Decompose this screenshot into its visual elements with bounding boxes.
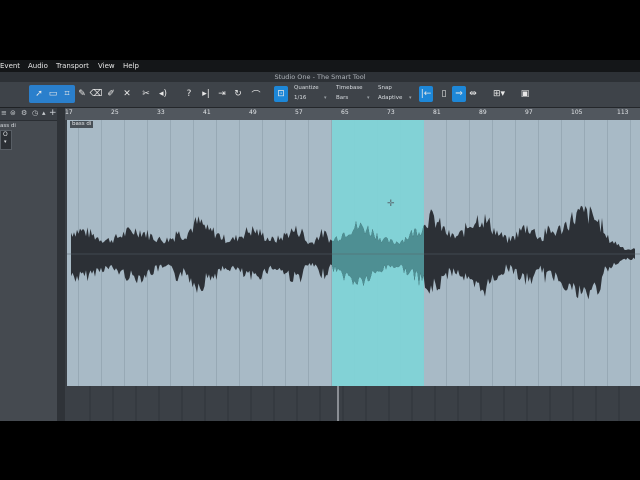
timebase-label: Timebase bbox=[336, 85, 363, 91]
toolbar: ▾ ➚ ▭ ⌗ ✎ ⌫ ✐ ✕ ✂ ◂) ? ▸| ⇥ ↻ ⌒ ⊡ Quanti… bbox=[0, 82, 640, 125]
menu-help[interactable]: Help bbox=[123, 61, 139, 71]
ruler-bar-89: 89 bbox=[479, 109, 487, 116]
save-icon[interactable]: ▣ bbox=[518, 86, 532, 102]
audio-event[interactable] bbox=[65, 120, 640, 421]
ruler-bar-97: 97 bbox=[525, 109, 533, 116]
autoscroll-icon[interactable]: ⇹ bbox=[466, 86, 480, 102]
chevron-down-icon: ▾ bbox=[4, 139, 7, 145]
track-list-icon[interactable]: ≡ bbox=[1, 109, 7, 117]
forward-icon[interactable]: ⇥ bbox=[215, 86, 229, 102]
loop-icon[interactable]: ↻ bbox=[231, 86, 245, 102]
menu-event[interactable]: Event bbox=[0, 61, 20, 71]
paint-tool-icon[interactable]: ✐ bbox=[104, 86, 118, 102]
menu-audio[interactable]: Audio bbox=[28, 61, 48, 71]
track-selector[interactable]: O ▾ bbox=[0, 130, 12, 150]
menu-view[interactable]: View bbox=[98, 61, 115, 71]
crosshair-cursor-icon: ✛ bbox=[387, 199, 395, 209]
menu-transport[interactable]: Transport bbox=[56, 61, 89, 71]
automation-icon[interactable]: ⊜ bbox=[10, 109, 16, 117]
snap-chevron-icon: ▾ bbox=[409, 95, 412, 101]
snap-event-icon[interactable]: ▯ bbox=[437, 86, 451, 102]
window-title: Studio One - The Smart Tool bbox=[274, 73, 366, 81]
track-name[interactable]: ass di bbox=[0, 123, 16, 129]
level-icon[interactable]: ▴ bbox=[42, 109, 46, 117]
quantize-toggle-icon[interactable]: ⊡ bbox=[274, 86, 288, 102]
empty-lane bbox=[65, 386, 640, 421]
ruler-bar-81: 81 bbox=[433, 109, 441, 116]
snap-cursor-icon[interactable]: ⇒ bbox=[452, 86, 466, 102]
timebase-select[interactable]: Bars bbox=[336, 95, 348, 101]
panel-divider[interactable]: + bbox=[49, 108, 65, 421]
arrow-tool-icon[interactable]: ➚ bbox=[32, 86, 46, 102]
split-tool-icon[interactable]: ✂ bbox=[139, 86, 153, 102]
track-inspector: ≡ ⊜ ⚙ ◷ ▴ ass di O ▾ bbox=[0, 108, 57, 421]
timebase-chevron-icon: ▾ bbox=[367, 95, 370, 101]
ruler-bar-33: 33 bbox=[157, 109, 165, 116]
bend-icon[interactable]: ⌒ bbox=[249, 86, 263, 102]
arrange-view[interactable]: bass di ✛ bbox=[65, 120, 640, 421]
snap-select[interactable]: Adaptive bbox=[378, 95, 402, 101]
ruler-bar-17: 17 bbox=[65, 109, 73, 116]
help-icon[interactable]: ? bbox=[182, 86, 196, 102]
layout-menu-icon[interactable]: ⊞▾ bbox=[488, 86, 510, 102]
clock-icon[interactable]: ◷ bbox=[32, 109, 38, 117]
ruler-bar-41: 41 bbox=[203, 109, 211, 116]
ruler-bar-49: 49 bbox=[249, 109, 257, 116]
track-box-label: O bbox=[3, 131, 8, 138]
menu-bar: Event Audio Transport View Help bbox=[0, 60, 640, 72]
smart-tool-icon[interactable]: ⌗ bbox=[60, 86, 74, 102]
title-bar: Studio One - The Smart Tool bbox=[0, 72, 640, 82]
ruler-bar-73: 73 bbox=[387, 109, 395, 116]
quantize-select[interactable]: 1/16 bbox=[294, 95, 306, 101]
ruler-bar-113: 113 bbox=[617, 109, 629, 116]
ruler-bar-105: 105 bbox=[571, 109, 583, 116]
event-name: bass di bbox=[70, 121, 94, 128]
ruler-bar-25: 25 bbox=[111, 109, 119, 116]
app-window: Event Audio Transport View Help Studio O… bbox=[0, 60, 640, 421]
play-start-icon[interactable]: ▸| bbox=[199, 86, 213, 102]
gear-icon[interactable]: ⚙ bbox=[21, 109, 27, 117]
mute-tool-icon[interactable]: ✕ bbox=[120, 86, 134, 102]
snap-label: Snap bbox=[378, 85, 392, 91]
range-tool-icon[interactable]: ▭ bbox=[46, 86, 60, 102]
snap-to-grid-icon[interactable]: |← bbox=[419, 86, 433, 102]
ruler-bar-57: 57 bbox=[295, 109, 303, 116]
pencil-tool-icon[interactable]: ✎ bbox=[75, 86, 89, 102]
eraser-tool-icon[interactable]: ⌫ bbox=[89, 86, 103, 102]
quantize-chevron-icon: ▾ bbox=[324, 95, 327, 101]
add-track-icon[interactable]: + bbox=[49, 108, 57, 118]
ruler-bar-65: 65 bbox=[341, 109, 349, 116]
quantize-label: Quantize bbox=[294, 85, 319, 91]
listen-tool-icon[interactable]: ◂) bbox=[156, 86, 170, 102]
